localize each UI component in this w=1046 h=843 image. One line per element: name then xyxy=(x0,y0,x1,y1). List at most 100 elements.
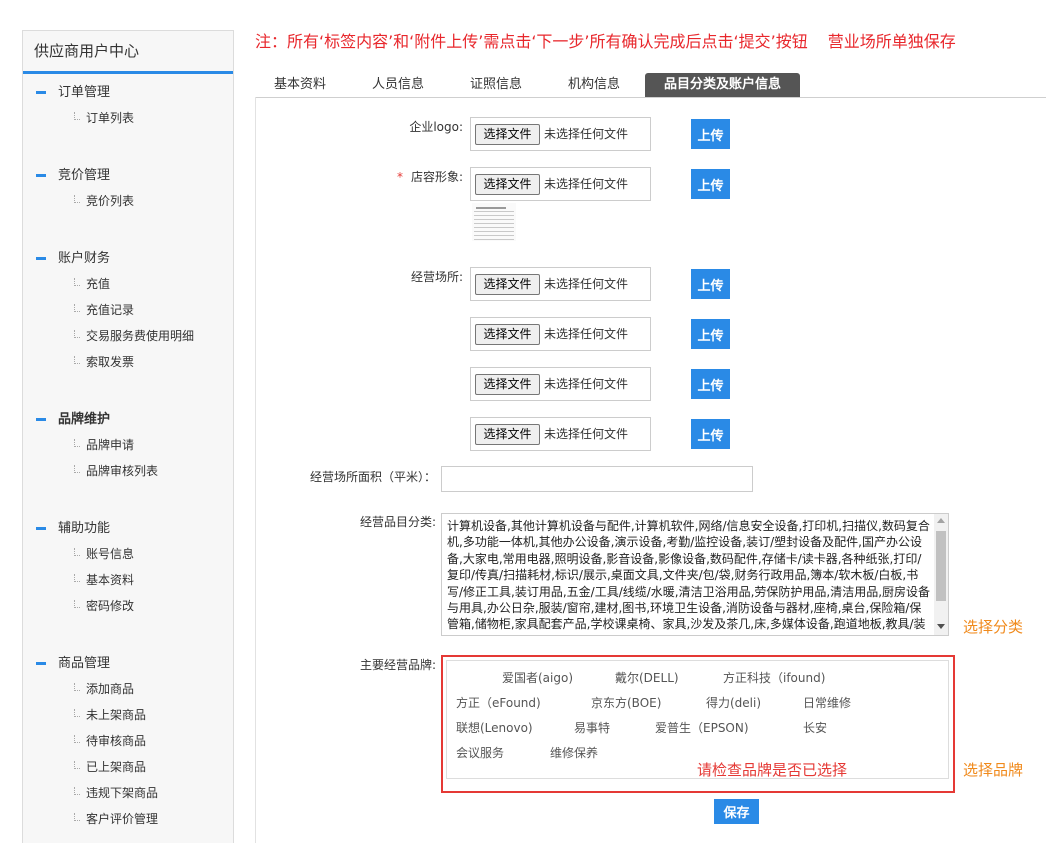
sidebar-group-heading-finance[interactable]: 账户财务 xyxy=(23,247,233,271)
premises-file-input-1: 选择文件 未选择任何文件 xyxy=(470,267,651,301)
tree-connector-icon xyxy=(74,465,80,473)
sidebar-group-products: 商品管理 添加商品 未上架商品 待审核商品 已上架商品 违规下架商品 客户评价管… xyxy=(23,652,233,832)
sidebar-item-label: 基本资料 xyxy=(86,573,135,587)
sidebar-item-basic-profile[interactable]: 基本资料 xyxy=(23,567,233,593)
premises-upload-button-4[interactable]: 上传 xyxy=(691,419,730,449)
save-button[interactable]: 保存 xyxy=(714,799,759,824)
sidebar-item-label: 索取发票 xyxy=(86,355,135,369)
tree-connector-icon xyxy=(74,330,80,338)
premises-upload-button-1[interactable]: 上传 xyxy=(691,269,730,299)
choose-file-button[interactable]: 选择文件 xyxy=(475,174,540,195)
sidebar-item-listed-products[interactable]: 已上架商品 xyxy=(23,754,233,780)
choose-file-button[interactable]: 选择文件 xyxy=(475,124,540,145)
sidebar-item-label: 竞价列表 xyxy=(86,194,135,208)
brand-option[interactable]: 长安 xyxy=(803,720,827,736)
sidebar-item-unlisted-products[interactable]: 未上架商品 xyxy=(23,702,233,728)
sidebar-item-change-password[interactable]: 密码修改 xyxy=(23,593,233,619)
business-categories-textarea[interactable]: 计算机设备,其他计算机设备与配件,计算机软件,网络/信息安全设备,打印机,扫描仪… xyxy=(441,513,949,636)
select-brand-hint: 选择品牌 xyxy=(963,761,1024,779)
tree-connector-icon xyxy=(74,112,80,120)
group-bullet-icon xyxy=(36,418,46,421)
brand-option[interactable]: 日常维修 xyxy=(803,695,851,711)
sidebar-item-review-management[interactable]: 客户评价管理 xyxy=(23,806,233,832)
choose-file-button[interactable]: 选择文件 xyxy=(475,424,540,445)
sidebar-item-service-fee-details[interactable]: 交易服务费使用明细 xyxy=(23,323,233,349)
sidebar-item-account-info[interactable]: 账号信息 xyxy=(23,541,233,567)
sidebar-item-add-product[interactable]: 添加商品 xyxy=(23,676,233,702)
brand-option[interactable]: 易事特 xyxy=(574,720,610,736)
brand-option[interactable]: 戴尔(DELL) xyxy=(615,670,679,686)
brand-option[interactable]: 京东方(BOE) xyxy=(591,695,661,711)
notice-main-text: 注：所有‘标签内容’和‘附件上传’需点击‘下一步’所有确认完成后点击‘提交’按钮 xyxy=(255,32,808,51)
logo-label: 企业logo: xyxy=(409,120,463,134)
tab-organization-info[interactable]: 机构信息 xyxy=(545,73,643,97)
group-bullet-icon xyxy=(36,527,46,530)
choose-file-button[interactable]: 选择文件 xyxy=(475,274,540,295)
tree-connector-icon xyxy=(74,195,80,203)
tab-category-account-info[interactable]: 品目分类及账户信息 xyxy=(645,73,800,97)
premises-upload-button-2[interactable]: 上传 xyxy=(691,319,730,349)
save-instructions-notice: 注：所有‘标签内容’和‘附件上传’需点击‘下一步’所有确认完成后点击‘提交’按钮… xyxy=(255,32,1045,52)
sidebar-item-label: 违规下架商品 xyxy=(86,786,159,800)
sidebar-item-label: 未上架商品 xyxy=(86,708,147,722)
sidebar-item-label: 账号信息 xyxy=(86,547,135,561)
brand-option[interactable]: 得力(deli) xyxy=(706,695,761,711)
storefront-upload-button[interactable]: 上传 xyxy=(691,169,730,199)
tab-basic-info[interactable]: 基本资料 xyxy=(251,73,349,97)
sidebar-item-label: 密码修改 xyxy=(86,599,135,613)
file-status-text: 未选择任何文件 xyxy=(544,427,629,441)
brand-option[interactable]: 会议服务 xyxy=(456,745,504,761)
sidebar-item-recharge-records[interactable]: 充值记录 xyxy=(23,297,233,323)
choose-file-button[interactable]: 选择文件 xyxy=(475,324,540,345)
brand-option[interactable]: 联想(Lenovo) xyxy=(456,720,533,736)
sidebar-item-violation-delisted-products[interactable]: 违规下架商品 xyxy=(23,780,233,806)
tree-connector-icon xyxy=(74,787,80,795)
tree-connector-icon xyxy=(74,574,80,582)
sidebar-group-label: 商品管理 xyxy=(58,656,111,671)
scroll-down-icon[interactable] xyxy=(937,624,945,629)
tab-bar: 基本资料 人员信息 证照信息 机构信息 品目分类及账户信息 xyxy=(251,73,800,97)
categories-scrollbar[interactable] xyxy=(934,514,948,635)
storefront-file-input: 选择文件 未选择任何文件 xyxy=(470,167,651,201)
tab-personnel-info[interactable]: 人员信息 xyxy=(349,73,447,97)
premises-upload-button-3[interactable]: 上传 xyxy=(691,369,730,399)
brand-option[interactable]: 方正科技（ifound) xyxy=(723,670,825,686)
scrollbar-thumb[interactable] xyxy=(936,531,946,601)
choose-file-button[interactable]: 选择文件 xyxy=(475,374,540,395)
brand-option[interactable]: 维修保养 xyxy=(550,745,598,761)
select-category-hint: 选择分类 xyxy=(963,618,1024,636)
sidebar-group-heading-tools[interactable]: 辅助功能 xyxy=(23,517,233,541)
premises-area-input[interactable] xyxy=(441,466,753,492)
sidebar-item-label: 订单列表 xyxy=(86,111,135,125)
sidebar-item-pending-review-products[interactable]: 待审核商品 xyxy=(23,728,233,754)
group-bullet-icon xyxy=(36,257,46,260)
tree-connector-icon xyxy=(74,278,80,286)
sidebar-group-label: 品牌维护 xyxy=(58,412,111,427)
brand-option[interactable]: 爱普生（EPSON) xyxy=(655,720,749,736)
sidebar-item-label: 交易服务费使用明细 xyxy=(86,329,195,343)
sidebar-item-brand-apply[interactable]: 品牌申请 xyxy=(23,432,233,458)
sidebar-item-recharge[interactable]: 充值 xyxy=(23,271,233,297)
sidebar-group-heading-orders[interactable]: 订单管理 xyxy=(23,81,233,105)
sidebar-item-order-list[interactable]: 订单列表 xyxy=(23,105,233,131)
file-status-text: 未选择任何文件 xyxy=(544,277,629,291)
sidebar-item-brand-review-list[interactable]: 品牌审核列表 xyxy=(23,458,233,484)
premises-file-input-2: 选择文件 未选择任何文件 xyxy=(470,317,651,351)
brand-option[interactable]: 方正（eFound) xyxy=(456,695,541,711)
tab-license-info[interactable]: 证照信息 xyxy=(447,73,545,97)
sidebar-group-heading-brand[interactable]: 品牌维护 xyxy=(23,408,233,432)
file-status-text: 未选择任何文件 xyxy=(544,327,629,341)
sidebar-group-heading-bidding[interactable]: 竞价管理 xyxy=(23,164,233,188)
logo-upload-button[interactable]: 上传 xyxy=(691,119,730,149)
brand-check-warning: 请检查品牌是否已选择 xyxy=(697,761,848,779)
sidebar-group-heading-products[interactable]: 商品管理 xyxy=(23,652,233,676)
notice-extra-text: 营业场所单独保存 xyxy=(827,32,956,51)
sidebar-item-request-invoice[interactable]: 索取发票 xyxy=(23,349,233,375)
brand-option[interactable]: 爱国者(aigo) xyxy=(502,670,573,686)
tree-connector-icon xyxy=(74,548,80,556)
tree-connector-icon xyxy=(74,600,80,608)
sidebar-group-tools: 辅助功能 账号信息 基本资料 密码修改 xyxy=(23,517,233,619)
sidebar-item-bid-list[interactable]: 竞价列表 xyxy=(23,188,233,214)
tab-bar-divider xyxy=(255,97,1046,98)
scroll-up-icon[interactable] xyxy=(937,518,945,523)
